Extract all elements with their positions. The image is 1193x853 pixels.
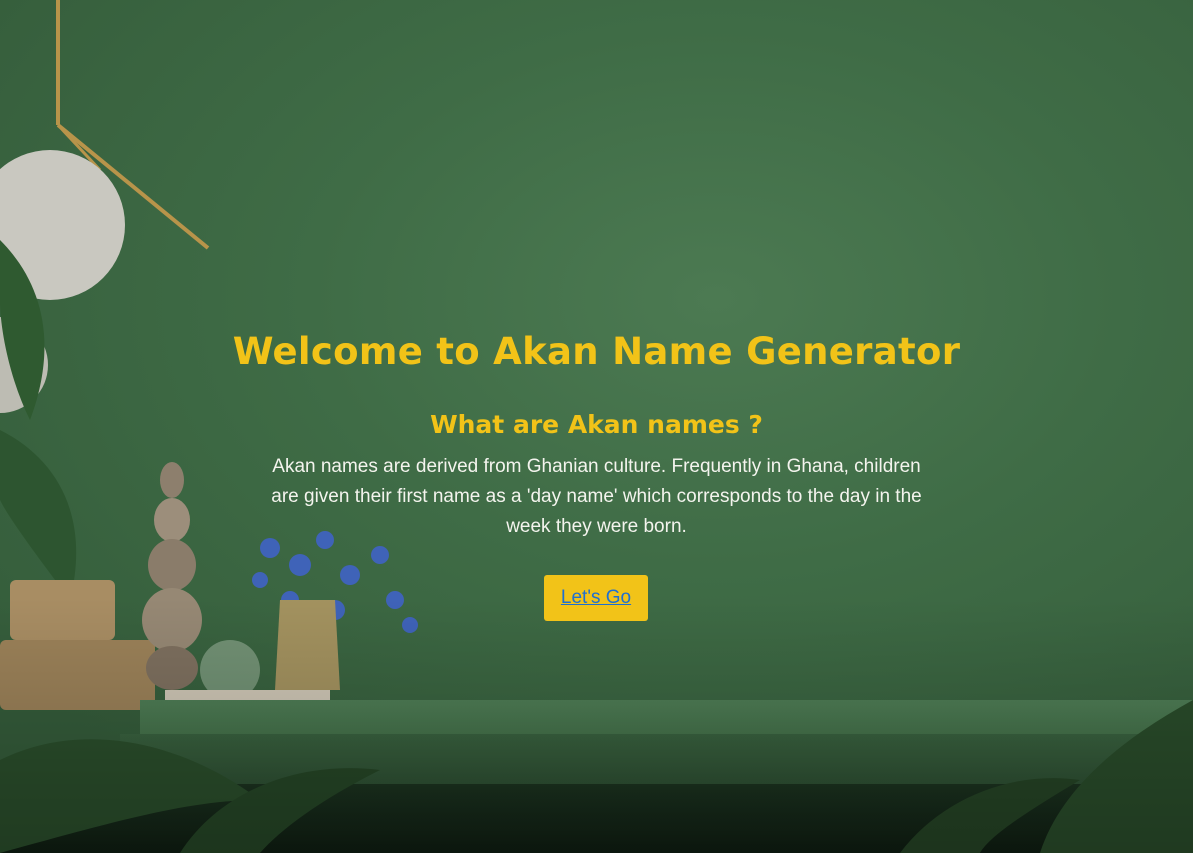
page-title: Welcome to Akan Name Generator [232,330,961,373]
lets-go-button[interactable]: Let's Go [544,575,648,621]
intro-paragraph: Akan names are derived from Ghanian cult… [271,456,922,537]
hero-section: Welcome to Akan Name Generator What are … [0,0,1193,853]
section-heading: What are Akan names ? [430,410,763,439]
